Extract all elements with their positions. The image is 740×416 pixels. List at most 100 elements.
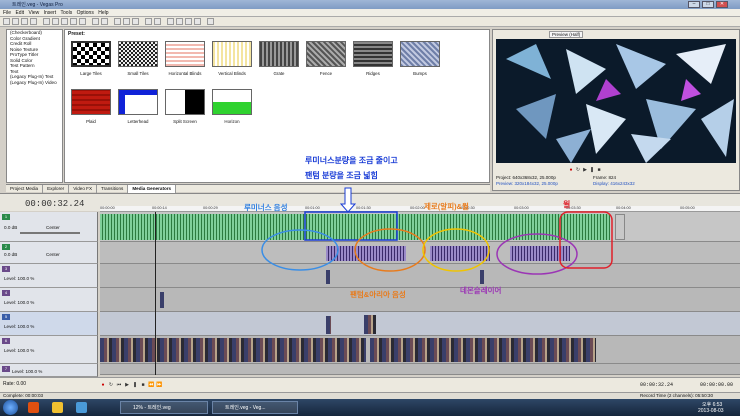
video-clip[interactable]	[370, 338, 596, 362]
cut-icon[interactable]	[52, 18, 59, 25]
start-button[interactable]	[3, 400, 18, 415]
video-track-header-5[interactable]: 5 Level: 100.0 %	[0, 312, 98, 336]
audio-clip[interactable]	[615, 214, 625, 240]
menu-tools[interactable]: Tools	[61, 9, 73, 17]
close-button[interactable]: ✕	[716, 1, 728, 8]
timeline-area[interactable]	[100, 212, 740, 375]
preset-letterhead[interactable]	[118, 89, 158, 115]
loop-icon[interactable]: ↻	[108, 382, 114, 388]
preset-bumps[interactable]	[400, 41, 440, 67]
track-volume[interactable]: 0.0 dB	[4, 225, 17, 230]
video-clip[interactable]	[480, 270, 484, 284]
menu-help[interactable]: Help	[98, 9, 108, 17]
track-level[interactable]: Level: 100.0 %	[12, 369, 42, 374]
tab-transitions[interactable]: Transitions	[97, 185, 129, 193]
preset-large-tiles[interactable]	[71, 41, 111, 67]
preset-split-screen[interactable]	[165, 89, 205, 115]
go-to-start-icon[interactable]: ⏪	[148, 382, 154, 388]
audio-track-header-2[interactable]: 2 0.0 dB Center	[0, 242, 98, 264]
redo-icon[interactable]	[101, 18, 108, 25]
paste-icon[interactable]	[70, 18, 77, 25]
lock-envelopes-icon[interactable]	[145, 18, 152, 25]
play-icon[interactable]: ▶	[124, 382, 130, 388]
video-clip[interactable]	[160, 292, 164, 308]
taskbar-ie-icon[interactable]	[76, 402, 87, 413]
track-level[interactable]: Level: 100.0 %	[4, 324, 34, 329]
autocrossfade-icon[interactable]	[123, 18, 130, 25]
preset-vertical-blinds[interactable]	[212, 41, 252, 67]
delete-icon[interactable]	[79, 18, 86, 25]
envelope-tool-icon[interactable]	[176, 18, 183, 25]
undo-icon[interactable]	[92, 18, 99, 25]
minimize-button[interactable]: –	[688, 1, 700, 8]
preview-record-icon[interactable]: ●	[568, 167, 574, 173]
preview-quality-dropdown[interactable]: Preview (Half)	[549, 31, 584, 38]
properties-icon[interactable]	[30, 18, 37, 25]
maximize-button[interactable]: □	[702, 1, 714, 8]
preset-plaid[interactable]	[71, 89, 111, 115]
zoom-tool-icon[interactable]	[194, 18, 201, 25]
preset-fence[interactable]	[306, 41, 346, 67]
track-level[interactable]: Level: 100.0 %	[4, 348, 34, 353]
preset-horizontal-blinds[interactable]	[165, 41, 205, 67]
volume-slider[interactable]	[20, 232, 80, 234]
record-icon[interactable]: ●	[100, 382, 106, 388]
taskbar-vegas-task[interactable]: 트레인.veg - Veg...	[212, 401, 298, 414]
taskbar-folder-icon[interactable]	[52, 402, 63, 413]
audio-clip[interactable]	[430, 246, 490, 261]
audio-clip[interactable]	[326, 246, 406, 261]
preset-grate[interactable]	[259, 41, 299, 67]
video-clip[interactable]	[100, 338, 366, 362]
normal-edit-tool-icon[interactable]	[167, 18, 174, 25]
tree-item[interactable]: (Legacy Plug-In) Video	[7, 80, 62, 86]
video-track-header-7[interactable]: 7 Level: 100.0 %	[0, 364, 98, 377]
new-icon[interactable]	[3, 18, 10, 25]
play-from-start-icon[interactable]: ⏮	[116, 382, 122, 388]
audio-clip[interactable]	[100, 214, 610, 240]
menu-insert[interactable]: Insert	[44, 9, 57, 17]
track-level[interactable]: Level: 100.0 %	[4, 300, 34, 305]
preset-ridges[interactable]	[353, 41, 393, 67]
preset-small-tiles[interactable]	[118, 41, 158, 67]
video-track-header-3[interactable]: 3 Level: 100.0 %	[0, 264, 98, 288]
menu-edit[interactable]: Edit	[15, 9, 24, 17]
taskbar-render-task[interactable]: 12% - 트레인.veg	[120, 401, 208, 414]
audio-track-header-1[interactable]: 1 0.0 dB Center	[0, 212, 98, 242]
copy-icon[interactable]	[61, 18, 68, 25]
audio-clip[interactable]	[510, 246, 570, 261]
save-icon[interactable]	[21, 18, 28, 25]
video-clip[interactable]	[326, 270, 330, 284]
ripple-icon[interactable]	[132, 18, 139, 25]
tab-video-fx[interactable]: Video FX	[69, 185, 98, 193]
tab-media-generators[interactable]: Media Generators	[128, 185, 177, 193]
go-to-end-icon[interactable]: ⏩	[156, 382, 162, 388]
pause-icon[interactable]: ❚	[132, 382, 138, 388]
preview-loop-icon[interactable]: ↻	[575, 167, 581, 173]
snap-icon[interactable]	[114, 18, 121, 25]
preview-play-icon[interactable]: ▶	[582, 167, 588, 173]
playhead-cursor[interactable]	[155, 212, 156, 375]
menu-view[interactable]: View	[28, 9, 39, 17]
menu-file[interactable]: File	[3, 9, 11, 17]
video-clip[interactable]	[326, 316, 331, 334]
tab-project-media[interactable]: Project Media	[6, 185, 44, 193]
track-volume[interactable]: 0.0 dB	[4, 252, 17, 257]
video-clip[interactable]	[364, 315, 376, 334]
open-icon[interactable]	[12, 18, 19, 25]
video-track-header-6[interactable]: 6 Level: 100.0 %	[0, 336, 98, 364]
track-pan[interactable]: Center	[46, 225, 60, 230]
ignore-grouping-icon[interactable]	[154, 18, 161, 25]
track-pan[interactable]: Center	[46, 252, 60, 257]
selection-tool-icon[interactable]	[185, 18, 192, 25]
taskbar-pinned-app-icon[interactable]	[28, 402, 39, 413]
preview-pause-icon[interactable]: ❚	[589, 167, 595, 173]
preview-stop-icon[interactable]: ■	[596, 167, 602, 173]
track-level[interactable]: Level: 100.0 %	[4, 276, 34, 281]
preset-horizon[interactable]	[212, 89, 252, 115]
tab-explorer[interactable]: Explorer	[43, 185, 70, 193]
menu-options[interactable]: Options	[77, 9, 94, 17]
video-track-header-4[interactable]: 4 Level: 100.0 %	[0, 288, 98, 312]
render-icon[interactable]	[43, 18, 50, 25]
help-icon[interactable]	[207, 18, 214, 25]
stop-icon[interactable]: ■	[140, 382, 146, 388]
